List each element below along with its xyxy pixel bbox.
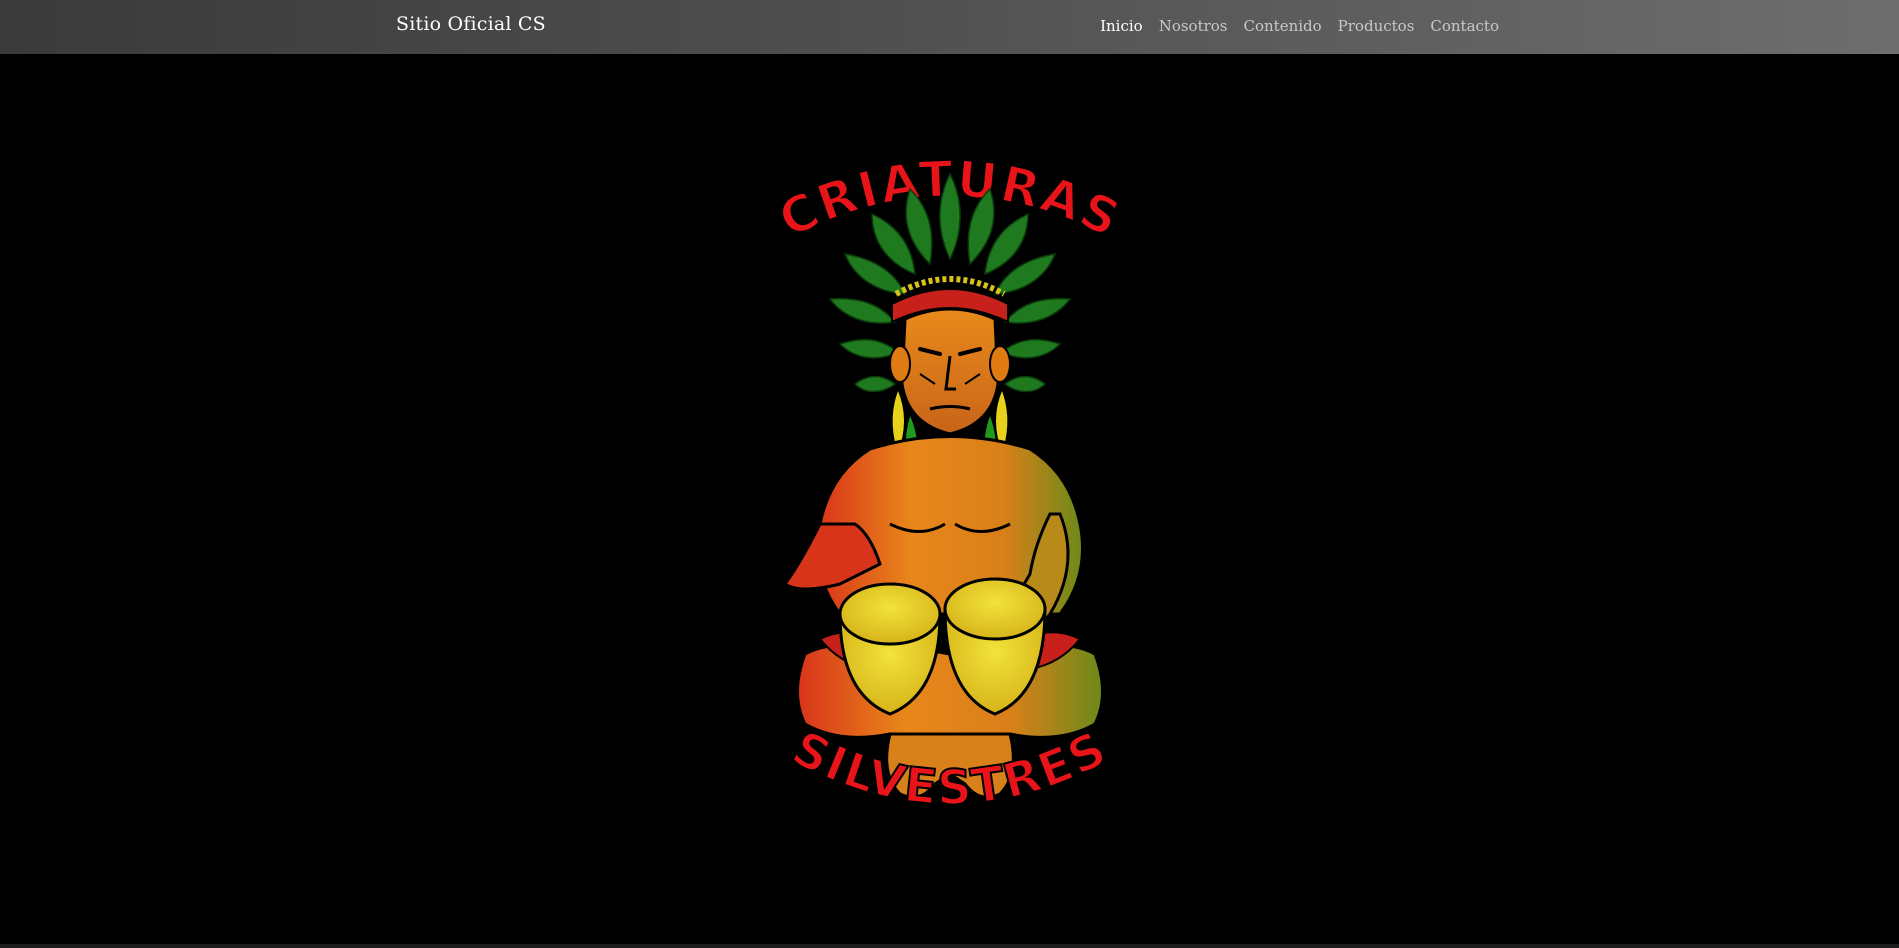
nav-link-nosotros[interactable]: Nosotros xyxy=(1159,17,1228,35)
nav-item-inicio: Inicio xyxy=(1100,16,1143,35)
head xyxy=(900,307,1000,436)
band-logo: CRIATURAS SILVESTRES xyxy=(769,149,1129,817)
top-navbar: Sitio Oficial CS Inicio Nosotros Conteni… xyxy=(0,0,1899,54)
nav-menu: Inicio Nosotros Contenido Productos Cont… xyxy=(1100,16,1499,35)
hero-section: CRIATURAS SILVESTRES xyxy=(0,54,1899,944)
nav-link-inicio[interactable]: Inicio xyxy=(1100,17,1143,35)
nav-link-productos[interactable]: Productos xyxy=(1338,17,1415,35)
brand-link[interactable]: Sitio Oficial CS xyxy=(396,13,546,35)
nav-link-contenido[interactable]: Contenido xyxy=(1244,17,1322,35)
nav-item-productos: Productos xyxy=(1338,16,1415,35)
nav-link-contacto[interactable]: Contacto xyxy=(1430,17,1499,35)
nav-item-nosotros: Nosotros xyxy=(1159,16,1228,35)
nav-item-contenido: Contenido xyxy=(1244,16,1322,35)
page-bottom-border xyxy=(0,944,1899,948)
nav-item-contacto: Contacto xyxy=(1430,16,1499,35)
